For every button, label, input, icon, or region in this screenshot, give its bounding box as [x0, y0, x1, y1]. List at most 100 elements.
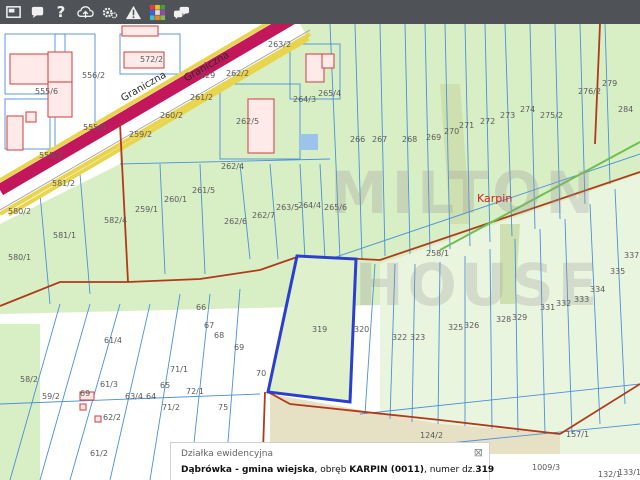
- parcel-label: 262/4: [221, 162, 245, 171]
- parcel-label: 264/4: [298, 201, 322, 210]
- parcel-label: 157/1: [566, 430, 590, 439]
- parcel-label: 262/6: [224, 217, 248, 226]
- parcel-label: 266: [350, 135, 366, 144]
- watermark-line1: MILTON: [330, 159, 599, 227]
- parcel-label: 274: [520, 105, 536, 114]
- parcel-label: 320: [354, 325, 370, 334]
- parcel-label: 67: [204, 321, 215, 330]
- help-glyph: ?: [56, 3, 66, 21]
- parcel-label: 61/2: [90, 449, 108, 458]
- popup-numer-label: , numer dz.: [424, 465, 476, 475]
- parcel-label: 1009/3: [532, 463, 561, 472]
- parcel-label: 63/4: [125, 392, 143, 401]
- parcel-label: 72/1: [186, 387, 204, 396]
- parcel-label: 332: [556, 299, 572, 308]
- color-grid-icon[interactable]: [147, 2, 167, 22]
- help-icon[interactable]: ?: [51, 2, 71, 22]
- parcel-label: 124/2: [420, 431, 444, 440]
- parcel-label: 75: [218, 403, 229, 412]
- parcel-label: 262/7: [252, 211, 276, 220]
- parcel-label: 555/6: [35, 87, 59, 96]
- parcel-label: 325: [448, 323, 464, 332]
- close-icon[interactable]: ⊠: [474, 446, 483, 459]
- parcel-label: 582/4: [104, 216, 128, 225]
- parcel-label: 329: [512, 313, 528, 322]
- parcel-label: 269: [426, 133, 442, 142]
- parcel-label: 556/2: [82, 71, 106, 80]
- parcel-label: 276/2: [578, 87, 602, 96]
- parcel-label: 264/3: [293, 95, 317, 104]
- parcel-label: 319: [312, 325, 328, 334]
- parcel-label: 334: [590, 285, 606, 294]
- parcel-label: 69: [80, 389, 91, 398]
- parcel-label: 71/1: [170, 365, 188, 374]
- parcel-label: 273: [500, 111, 516, 120]
- parcel-label: 275/2: [540, 111, 564, 120]
- parcel-label: 70: [256, 369, 267, 378]
- parcel-label: 71/2: [162, 403, 180, 412]
- popup-gmina: Dąbrówka - gmina wiejska: [181, 465, 315, 475]
- popup-title: Działka ewidencyjna: [181, 449, 274, 459]
- parcel-label: 279: [602, 79, 618, 88]
- parcel-label: 61/3: [100, 380, 118, 389]
- parcel-label: 268: [402, 135, 418, 144]
- parcel-label: 580/2: [8, 207, 32, 216]
- parcel-label: 331: [540, 303, 556, 312]
- warning-road-icon[interactable]: [123, 2, 143, 22]
- parcel-label: 328: [496, 315, 512, 324]
- parcel-label: 322: [392, 333, 408, 342]
- parcel-label: 258/1: [426, 249, 450, 258]
- parcel-label: 262/2: [226, 69, 250, 78]
- parcel-label: 555/3: [39, 151, 63, 160]
- parcel-label: 580/1: [8, 253, 32, 262]
- village-label: Karpin: [477, 192, 513, 205]
- parcel-label: 259/2: [129, 130, 153, 139]
- parcel-info-popup: Działka ewidencyjna Dąbrówka - gmina wie…: [170, 442, 494, 480]
- parcel-label: 323: [410, 333, 426, 342]
- parcel-label: 68: [214, 331, 225, 340]
- popup-numer: 319: [475, 465, 495, 475]
- parcel-label: 69: [234, 343, 245, 352]
- parcel-label: 272: [480, 117, 496, 126]
- water-pond: [300, 134, 318, 150]
- parcel-label: 229: [200, 71, 216, 80]
- chat-bubble-icon[interactable]: [27, 2, 47, 22]
- parcel-label: 260/2: [160, 111, 184, 120]
- parcel-label: 260/1: [164, 195, 188, 204]
- parcel-label: 337: [624, 251, 640, 260]
- upload-cloud-icon[interactable]: [75, 2, 95, 22]
- parcel-label: 263/5: [276, 203, 300, 212]
- parcel-label: 64: [146, 392, 157, 401]
- parcel-label: 261/2: [190, 93, 214, 102]
- parcel-label: 265/6: [324, 203, 348, 212]
- settings-gears-icon[interactable]: [99, 2, 119, 22]
- parcel-label: 572/2: [140, 55, 164, 64]
- map-toolbar: ?: [0, 0, 640, 24]
- parcel-label: 66: [196, 303, 207, 312]
- parcel-label: 133/1: [618, 468, 640, 477]
- parcel-label: 326: [464, 321, 480, 330]
- layers-icon[interactable]: [3, 2, 23, 22]
- parcel-label: 335: [610, 267, 626, 276]
- parcel-label: 581/2: [52, 179, 76, 188]
- parcel-label: 267: [372, 135, 388, 144]
- parcel-label: 259/1: [135, 205, 159, 214]
- parcel-label: 555/5: [83, 123, 107, 132]
- parcel-label: 61/4: [104, 336, 122, 345]
- parcel-label: 261/5: [192, 186, 216, 195]
- parcel-label: 333: [574, 295, 590, 304]
- parcel-label: 265/4: [318, 89, 342, 98]
- cadastral-map[interactable]: MILTON HOUSE Graniczna Graniczna Karpin …: [0, 24, 640, 480]
- west-strip-area: [0, 324, 40, 480]
- parcel-label: 58/2: [20, 375, 38, 384]
- parcel-label: 284: [618, 105, 634, 114]
- parcel-label: 59/2: [42, 392, 60, 401]
- popup-parcel-line: Dąbrówka - gmina wiejska, obręb KARPIN (…: [181, 465, 494, 475]
- parcel-label: 271: [459, 121, 475, 130]
- parcel-label: 65: [160, 381, 171, 390]
- parcel-label: 270: [444, 127, 460, 136]
- parcel-label: 62/2: [103, 413, 121, 422]
- parcel-label: 263/2: [268, 40, 292, 49]
- parcel-label: 262/5: [236, 117, 260, 126]
- comment-icon[interactable]: [171, 2, 191, 22]
